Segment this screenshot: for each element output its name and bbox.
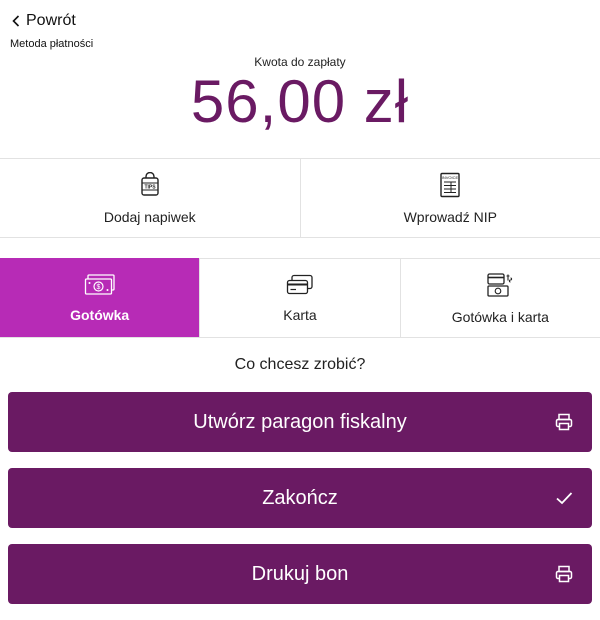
create-fiscal-receipt-label: Utwórz paragon fiskalny [193, 410, 407, 433]
cash-icon: $ [84, 273, 116, 301]
svg-text:TIPS: TIPS [144, 184, 156, 190]
method-cash-label: Gotówka [70, 306, 130, 323]
method-card-tab[interactable]: Karta [199, 258, 400, 337]
print-voucher-label: Drukuj bon [251, 562, 349, 585]
method-cash-tab[interactable]: $ Gotówka [0, 258, 200, 337]
amount-value: 56,00 zł [190, 68, 410, 135]
finish-button[interactable]: Zakończ [8, 468, 592, 528]
action-prompt: Co chcesz zrobić? [234, 356, 366, 373]
method-cash-and-card-tab[interactable]: Gotówka i karta [399, 258, 600, 337]
method-card-label: Karta [283, 306, 317, 323]
payment-methods: $ Gotówka Karta Gotówka i karta [0, 258, 600, 338]
chevron-left-icon [12, 15, 20, 27]
finish-label: Zakończ [262, 486, 338, 509]
amount-label: Kwota do zapłaty [254, 55, 346, 69]
method-cash-and-card-label: Gotówka i karta [451, 308, 549, 325]
checkmark-icon [554, 488, 574, 508]
svg-text:INVOICE: INVOICE [442, 175, 459, 180]
back-label: Powrót [26, 12, 76, 29]
create-fiscal-receipt-button[interactable]: Utwórz paragon fiskalny [8, 392, 592, 452]
enter-nip-label: Wprowadź NIP [403, 208, 497, 225]
print-voucher-button[interactable]: Drukuj bon [8, 544, 592, 604]
screen-title: Metoda płatności [10, 38, 94, 50]
back-button[interactable]: Powrót [12, 10, 76, 32]
printer-icon [554, 412, 574, 432]
printer-icon [554, 564, 574, 584]
invoice-icon: INVOICE [439, 172, 461, 203]
tips-bag-icon: TIPS [138, 171, 162, 203]
enter-nip-button[interactable]: INVOICE Wprowadź NIP [299, 159, 600, 237]
card-icon [286, 274, 314, 301]
extras-row: TIPS Dodaj napiwek INVOICE Wprowadź NIP [0, 158, 600, 238]
svg-text:$: $ [96, 284, 100, 291]
add-tip-label: Dodaj napiwek [103, 208, 196, 225]
cash-and-card-icon [486, 272, 514, 303]
add-tip-button[interactable]: TIPS Dodaj napiwek [0, 159, 300, 237]
